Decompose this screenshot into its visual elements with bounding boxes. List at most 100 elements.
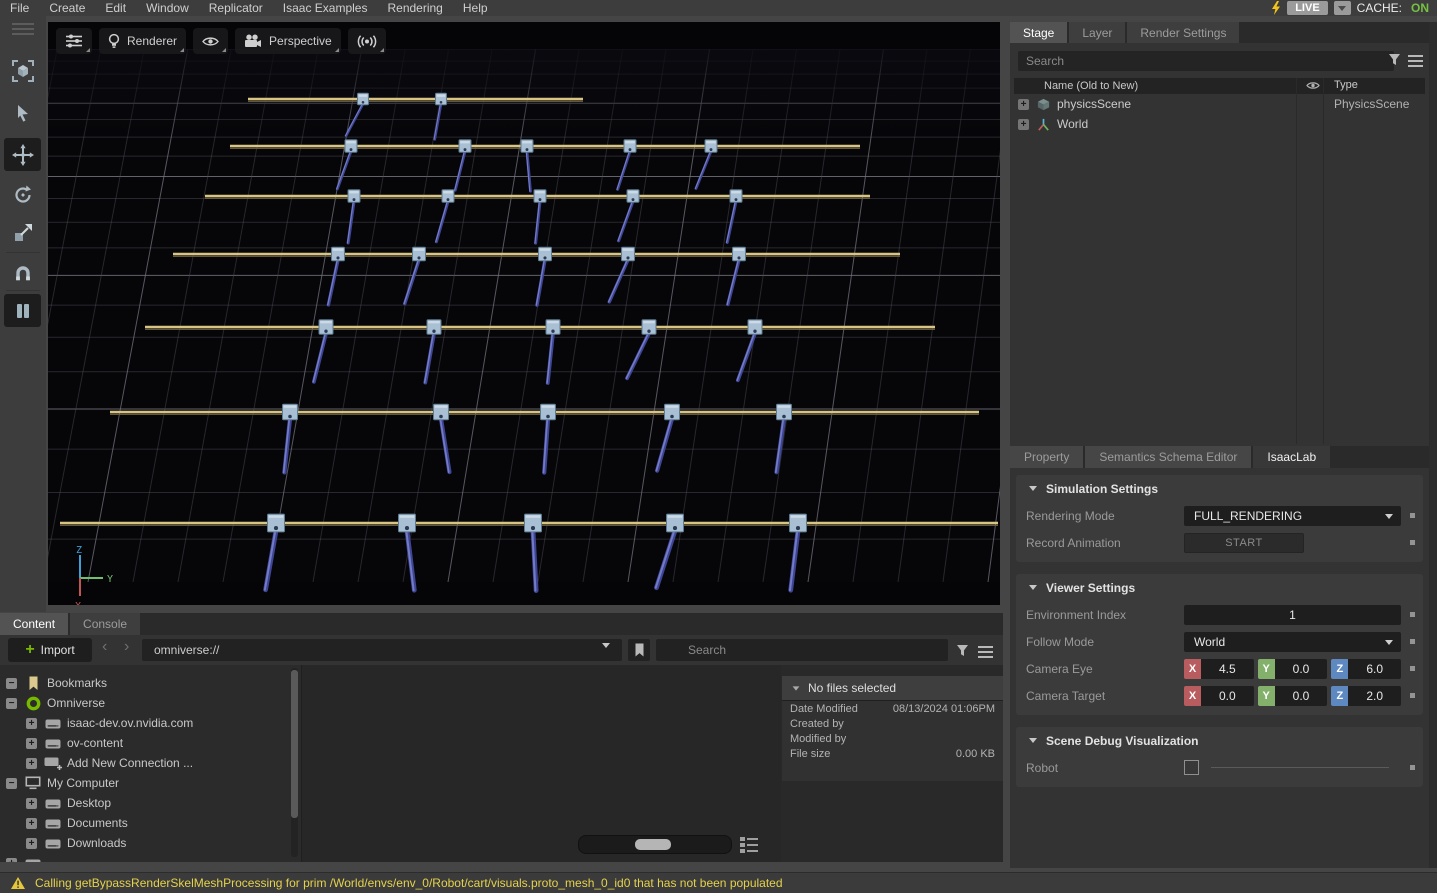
camera-eye-z-field[interactable]: 6.0	[1348, 659, 1401, 679]
content-filter-icon[interactable]	[956, 644, 969, 662]
viewport[interactable]: ZYX Renderer	[48, 22, 1000, 605]
view-mode-button[interactable]	[738, 836, 760, 853]
section-header[interactable]: Scene Debug Visualization	[1016, 727, 1423, 754]
menu-create[interactable]: Create	[39, 1, 95, 15]
expand-toggle-icon[interactable]: +	[6, 858, 17, 863]
expand-toggle-icon[interactable]: +	[26, 758, 37, 769]
type-column-header[interactable]: Type	[1334, 79, 1358, 91]
rotate-tool-button[interactable]	[4, 178, 41, 211]
expand-toggle-icon[interactable]: +	[26, 818, 37, 829]
file-list-pane[interactable]	[302, 665, 781, 862]
bookmark-button[interactable]	[628, 639, 650, 661]
camera-eye-x-field[interactable]: 4.5	[1201, 659, 1254, 679]
start-button[interactable]: START	[1184, 533, 1304, 553]
tree-item-clipped[interactable]: +	[0, 853, 287, 862]
tree-item-bookmarks[interactable]: −Bookmarks	[0, 673, 287, 693]
expand-toggle-icon[interactable]: +	[26, 798, 37, 809]
tab-render-settings[interactable]: Render Settings	[1127, 22, 1239, 43]
property-dot[interactable]	[1410, 513, 1415, 518]
pause-button[interactable]	[4, 294, 41, 327]
panel-scrollbar[interactable]	[1429, 22, 1437, 868]
tab-console[interactable]: Console	[70, 613, 140, 635]
viewport-canvas[interactable]: ZYX	[48, 22, 1000, 605]
scale-tool-button[interactable]	[4, 216, 41, 249]
stage-filter-icon[interactable]	[1388, 53, 1401, 71]
live-dropdown[interactable]	[1334, 1, 1351, 15]
details-header[interactable]: No files selected	[782, 676, 1003, 701]
expand-toggle-icon[interactable]: +	[1018, 99, 1029, 110]
menu-file[interactable]: File	[0, 1, 39, 15]
frame-selection-button[interactable]	[4, 54, 41, 87]
toolbar-grip-icon[interactable]	[12, 23, 34, 38]
live-toggle[interactable]: LIVE	[1287, 1, 1327, 15]
select-tool-button[interactable]	[4, 96, 41, 129]
path-dropdown-icon[interactable]	[602, 648, 610, 666]
environment-index-field[interactable]: 1	[1184, 605, 1401, 625]
visibility-button[interactable]	[193, 28, 228, 54]
visibility-column-eye-icon[interactable]	[1306, 81, 1320, 93]
thumbnail-size-slider[interactable]	[578, 835, 732, 854]
tab-isaaclab[interactable]: IsaacLab	[1253, 446, 1330, 468]
slider-handle[interactable]	[635, 839, 671, 850]
camera-target-z-field[interactable]: 2.0	[1348, 686, 1401, 706]
tree-item-documents[interactable]: +Documents	[0, 813, 287, 833]
stage-options-icon[interactable]	[1408, 54, 1423, 72]
follow-mode-select[interactable]: World	[1184, 632, 1401, 652]
tab-layer[interactable]: Layer	[1069, 22, 1125, 43]
move-tool-button[interactable]	[4, 138, 41, 171]
tree-item-downloads[interactable]: +Downloads	[0, 833, 287, 853]
tree-scrollbar-thumb[interactable]	[291, 670, 298, 818]
menu-window[interactable]: Window	[136, 1, 199, 15]
tab-property[interactable]: Property	[1010, 446, 1083, 468]
tree-item-desktop[interactable]: +Desktop	[0, 793, 287, 813]
tab-semantics-schema-editor[interactable]: Semantics Schema Editor	[1085, 446, 1251, 468]
camera-target-x-field[interactable]: 0.0	[1201, 686, 1254, 706]
name-column-header[interactable]: Name (Old to New)	[1044, 80, 1138, 92]
collapse-toggle-icon[interactable]: −	[6, 778, 17, 789]
property-dot[interactable]	[1410, 540, 1415, 545]
renderer-dropdown[interactable]: Renderer	[99, 28, 186, 54]
menu-isaac-examples[interactable]: Isaac Examples	[273, 1, 378, 15]
collapse-toggle-icon[interactable]: −	[6, 698, 17, 709]
collapse-toggle-icon[interactable]: −	[6, 678, 17, 689]
tree-item-ov-content[interactable]: +ov-content	[0, 733, 287, 753]
tab-content[interactable]: Content	[0, 613, 68, 635]
stage-search-input[interactable]	[1018, 51, 1394, 71]
robot-checkbox[interactable]	[1184, 760, 1199, 775]
content-search-input[interactable]	[656, 639, 948, 661]
viewport-settings-button[interactable]	[56, 28, 92, 54]
camera-eye-y-field[interactable]: 0.0	[1275, 659, 1328, 679]
back-button[interactable]: ‹	[102, 638, 107, 656]
broadcast-button[interactable]	[348, 28, 386, 54]
stage-row-physicsscene[interactable]: + physicsScene PhysicsScene	[1014, 94, 1425, 114]
expand-toggle-icon[interactable]: +	[1018, 119, 1029, 130]
expand-toggle-icon[interactable]: +	[26, 718, 37, 729]
menu-help[interactable]: Help	[453, 1, 498, 15]
property-dot[interactable]	[1410, 666, 1415, 671]
property-dot[interactable]	[1410, 612, 1415, 617]
path-input[interactable]	[142, 639, 622, 661]
import-button[interactable]: + Import	[8, 638, 92, 662]
tree-item-add-new-connection[interactable]: +Add New Connection ...	[0, 753, 287, 773]
menu-replicator[interactable]: Replicator	[199, 1, 273, 15]
menu-rendering[interactable]: Rendering	[377, 1, 452, 15]
rendering-mode-select[interactable]: FULL_RENDERING	[1184, 506, 1401, 526]
camera-dropdown[interactable]: Perspective	[235, 28, 341, 54]
tree-item-omniverse[interactable]: −Omniverse	[0, 693, 287, 713]
property-dot[interactable]	[1410, 639, 1415, 644]
expand-toggle-icon[interactable]: +	[26, 738, 37, 749]
tab-stage[interactable]: Stage	[1010, 22, 1067, 43]
snap-tool-button[interactable]	[4, 256, 41, 289]
menu-edit[interactable]: Edit	[95, 1, 136, 15]
property-dot[interactable]	[1410, 765, 1415, 770]
section-header[interactable]: Simulation Settings	[1016, 475, 1423, 502]
section-header[interactable]: Viewer Settings	[1016, 574, 1423, 601]
tree-item-isaac-dev-ov-nvidia-com[interactable]: +isaac-dev.ov.nvidia.com	[0, 713, 287, 733]
camera-target-y-field[interactable]: 0.0	[1275, 686, 1328, 706]
content-options-icon[interactable]	[978, 645, 993, 663]
forward-button[interactable]: ›	[124, 638, 129, 656]
property-dot[interactable]	[1410, 693, 1415, 698]
stage-row-world[interactable]: + World	[1014, 114, 1425, 134]
tree-item-my-computer[interactable]: −My Computer	[0, 773, 287, 793]
expand-toggle-icon[interactable]: +	[26, 838, 37, 849]
